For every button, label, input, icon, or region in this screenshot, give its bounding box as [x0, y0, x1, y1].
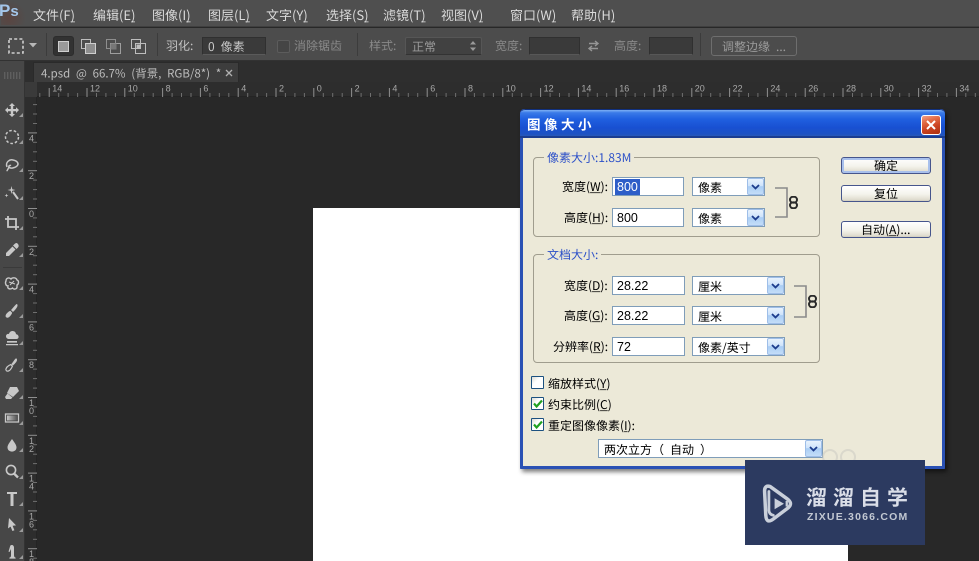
svg-text:34: 34	[959, 84, 969, 94]
svg-text:6: 6	[203, 84, 208, 94]
svg-text:12: 12	[90, 84, 100, 94]
svg-text:2: 2	[355, 84, 360, 94]
svg-text:14: 14	[52, 84, 62, 94]
svg-text:8: 8	[468, 84, 473, 94]
svg-text:10: 10	[506, 84, 516, 94]
svg-text:16: 16	[619, 84, 629, 94]
svg-text:6: 6	[430, 84, 435, 94]
svg-text:24: 24	[770, 84, 780, 94]
svg-text:4: 4	[29, 482, 34, 492]
svg-text:0: 0	[29, 406, 34, 416]
svg-text:8: 8	[166, 84, 171, 94]
svg-text:10: 10	[128, 84, 138, 94]
svg-text:4: 4	[241, 84, 246, 94]
svg-text:4: 4	[392, 84, 397, 94]
svg-text:2: 2	[279, 84, 284, 94]
svg-text:32: 32	[922, 84, 932, 94]
svg-text:2: 2	[29, 444, 34, 454]
svg-text:14: 14	[581, 84, 591, 94]
svg-text:18: 18	[657, 84, 667, 94]
svg-text:20: 20	[695, 84, 705, 94]
svg-text:6: 6	[29, 519, 34, 529]
svg-text:26: 26	[808, 84, 818, 94]
svg-text:0: 0	[317, 84, 322, 94]
svg-text:12: 12	[544, 84, 554, 94]
svg-text:28: 28	[846, 84, 856, 94]
svg-text:22: 22	[733, 84, 743, 94]
svg-text:30: 30	[884, 84, 894, 94]
